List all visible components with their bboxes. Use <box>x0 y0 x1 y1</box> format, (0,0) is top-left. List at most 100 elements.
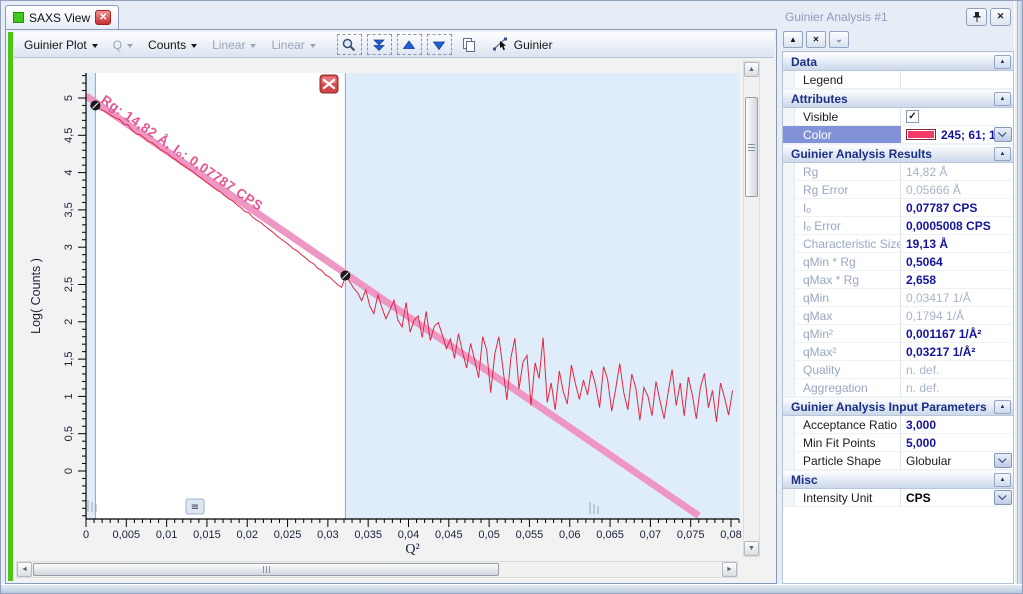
annotation-close-button[interactable] <box>320 75 338 93</box>
panel-menu-button[interactable]: ⌄ <box>829 31 849 48</box>
svg-text:0,005: 0,005 <box>113 529 141 541</box>
svg-text:0,055: 0,055 <box>516 529 544 541</box>
collapse-all-button[interactable] <box>367 34 392 55</box>
visible-checkbox[interactable]: ✓ <box>906 110 919 123</box>
horizontal-scrollbar[interactable]: ◄ ► <box>16 561 738 578</box>
dropdown-button[interactable] <box>994 127 1012 142</box>
panel-title-bar: Guinier Analysis #1 ✕ <box>782 5 1014 28</box>
dropdown-button[interactable] <box>994 490 1012 505</box>
collapse-section-button[interactable]: ▲ <box>994 55 1011 69</box>
zoom-tool-button[interactable] <box>337 34 362 55</box>
horizontal-scroll-thumb[interactable] <box>33 563 499 576</box>
property-value[interactable]: 0,07787 CPS <box>901 199 1013 216</box>
property-label: qMax² <box>795 343 901 360</box>
property-value-text: 0,1794 1/Å <box>906 309 964 323</box>
vertical-scroll-thumb[interactable] <box>745 97 758 197</box>
move-up-button[interactable] <box>397 34 422 55</box>
property-value-text: 3,000 <box>906 418 936 432</box>
property-value[interactable]: 5,000 <box>901 434 1013 451</box>
q-axis-dropdown: Q <box>107 36 139 54</box>
svg-text:0,045: 0,045 <box>435 529 463 541</box>
property-value-text: 0,001167 1/Å² <box>906 327 981 341</box>
row-indent <box>783 271 795 288</box>
property-value-text: 0,03417 1/Å <box>906 291 971 305</box>
copy-button[interactable] <box>457 34 482 55</box>
collapse-section-button[interactable]: ▲ <box>994 400 1011 414</box>
property-row-color: Color245; 61; 1... <box>783 126 1013 144</box>
delete-analysis-button[interactable]: ✕ <box>806 31 826 48</box>
property-label: qMax <box>795 307 901 324</box>
tab-bar: SAXS View ✕ <box>5 5 777 29</box>
property-value[interactable]: 19,13 Å <box>901 235 1013 252</box>
property-value[interactable]: 2,658 <box>901 271 1013 288</box>
window-bottom-border <box>1 584 1022 593</box>
property-value[interactable]: 3,000 <box>901 416 1013 433</box>
scroll-up-button[interactable]: ▲ <box>744 62 759 77</box>
fit-range-marker-1[interactable] <box>90 100 100 110</box>
scroll-right-button[interactable]: ► <box>722 562 737 577</box>
vertical-scrollbar[interactable]: ▲ ▼ <box>743 61 760 557</box>
svg-text:0,03: 0,03 <box>317 529 338 541</box>
row-indent <box>783 71 795 88</box>
svg-text:5: 5 <box>63 95 75 101</box>
property-value-text: CPS <box>906 491 931 505</box>
property-value[interactable]: 0,001167 1/Å² <box>901 325 1013 342</box>
section-title: Attributes <box>791 92 994 106</box>
scroll-left-button[interactable]: ◄ <box>17 562 32 577</box>
fit-region[interactable] <box>95 73 345 519</box>
property-label: Aggregation <box>795 379 901 396</box>
view-icon <box>13 12 24 23</box>
row-indent <box>783 126 795 143</box>
property-row-intensity-unit: Intensity UnitCPS <box>783 489 1013 507</box>
plot-type-dropdown[interactable]: Guinier Plot <box>18 36 104 54</box>
chart-region[interactable]: 00,511,522,533,544,5500,0050,010,0150,02… <box>14 58 774 581</box>
panel-title: Guinier Analysis #1 <box>785 10 963 24</box>
scroll-down-button[interactable]: ▼ <box>744 541 759 556</box>
collapse-section-button[interactable]: ▲ <box>994 92 1011 106</box>
property-value[interactable]: 0,0005008 CPS <box>901 217 1013 234</box>
row-indent <box>783 343 795 360</box>
tab-close-icon[interactable]: ✕ <box>95 10 111 25</box>
property-value[interactable]: 0,5064 <box>901 253 1013 270</box>
property-row-particle-shape: Particle ShapeGlobular <box>783 452 1013 470</box>
row-indent <box>783 163 795 180</box>
collapse-all-button[interactable]: ▲ <box>783 31 803 48</box>
collapse-section-button[interactable]: ▲ <box>994 147 1011 161</box>
property-value-text: Globular <box>906 454 951 468</box>
property-value[interactable]: 245; 61; 1... <box>901 126 1013 143</box>
counts-dropdown[interactable]: Counts <box>142 36 203 54</box>
section-title: Guinier Analysis Results <box>791 147 994 161</box>
svg-text:0,06: 0,06 <box>559 529 580 541</box>
property-value-text: n. def. <box>906 363 939 377</box>
property-label: Color <box>795 126 901 143</box>
panel-close-button[interactable]: ✕ <box>990 8 1011 26</box>
property-value[interactable]: ✓ <box>901 108 1013 125</box>
x-scale-label: Linear <box>212 38 245 52</box>
property-row-qmax: qMax²0,03217 1/Å² <box>783 343 1013 361</box>
x-scale-dropdown: Linear <box>206 36 262 54</box>
property-row-i-error: Iₒ Error0,0005008 CPS <box>783 217 1013 235</box>
property-label: Visible <box>795 108 901 125</box>
fit-range-marker-2[interactable] <box>340 271 350 281</box>
collapse-section-button[interactable]: ▲ <box>994 473 1011 487</box>
property-label: Quality <box>795 361 901 378</box>
property-value[interactable]: 0,03217 1/Å² <box>901 343 1013 360</box>
q-axis-label: Q <box>113 38 122 52</box>
property-row-qmin: qMin0,03417 1/Å <box>783 289 1013 307</box>
property-value[interactable]: Globular <box>901 452 1013 469</box>
svg-text:4,5: 4,5 <box>63 128 75 143</box>
guinier-tool-button[interactable]: Guinier <box>486 34 559 55</box>
section-title: Misc <box>791 473 994 487</box>
chevron-down-icon <box>310 44 316 48</box>
tab-saxs-view[interactable]: SAXS View ✕ <box>5 5 119 29</box>
move-down-button[interactable] <box>427 34 452 55</box>
fit-range-grip-button[interactable]: ≡ <box>186 499 204 514</box>
color-swatch[interactable] <box>906 129 936 140</box>
property-row-aggregation: Aggregationn. def. <box>783 379 1013 397</box>
dropdown-button[interactable] <box>994 453 1012 468</box>
svg-text:0,015: 0,015 <box>193 529 221 541</box>
property-value[interactable]: CPS <box>901 489 1013 506</box>
svg-text:1: 1 <box>63 393 75 399</box>
property-value-text: 0,07787 CPS <box>906 201 977 215</box>
pin-button[interactable] <box>966 8 987 26</box>
